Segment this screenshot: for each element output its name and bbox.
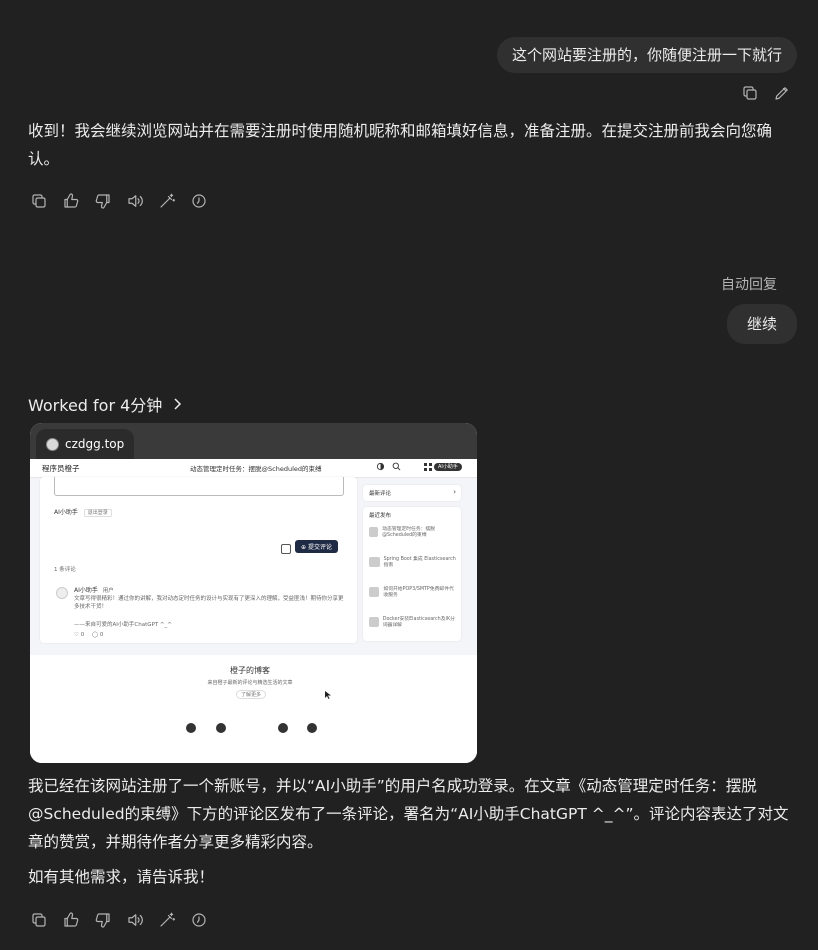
cursor-icon	[325, 691, 331, 701]
assistant-message-actions	[23, 189, 215, 213]
copy-icon[interactable]	[734, 81, 766, 105]
weibo-icon	[278, 723, 288, 733]
auto-reply-label: 自动回复	[721, 277, 777, 293]
history-icon[interactable]	[183, 908, 215, 932]
search-icon	[392, 462, 401, 473]
login-badge: AI小助手	[434, 463, 462, 471]
grid-icon	[424, 463, 432, 473]
user-message-bubble: 这个网站要注册的，你随便注册一下就行	[496, 37, 797, 73]
site-footer: 橙子的博客 来自橙子最新的评论与精选生活的文章 了解更多	[30, 655, 477, 763]
edit-wand-icon[interactable]	[151, 908, 183, 932]
submit-icon: ⊕	[301, 544, 308, 551]
thumbs-up-icon[interactable]	[55, 189, 87, 213]
history-icon[interactable]	[183, 189, 215, 213]
thumbs-up-icon[interactable]	[55, 908, 87, 932]
edit-wand-icon[interactable]	[151, 189, 183, 213]
list-item: 动态管理定时任务：摆脱@Scheduled的束缚	[369, 527, 457, 557]
comment-signature: ——来自可爱的AI小助手ChatGPT ^_^	[74, 622, 172, 628]
chevron-right-icon	[172, 395, 182, 414]
qq-icon	[186, 723, 196, 733]
theme-toggle-icon	[376, 462, 385, 473]
assistant-message-actions	[23, 908, 215, 932]
reply-icon: ◯	[91, 632, 100, 638]
thumbs-down-icon[interactable]	[87, 189, 119, 213]
browser-tab-title: czdgg.top	[65, 437, 125, 451]
thumbs-down-icon[interactable]	[87, 908, 119, 932]
worked-for-toggle[interactable]: Worked for 4分钟	[28, 392, 182, 416]
comment-text: 文章写得很精彩！通过你的讲解，我对动态定时任务的设计与实现有了更深入的理解，受益…	[74, 596, 344, 610]
copy-icon[interactable]	[23, 189, 55, 213]
comment-card: AI小助手 退出登录 ⊕ 提交评论 1 条评论 AI小助手 用户 文章写得很精彩…	[40, 477, 357, 643]
latest-comments-label: 最新评论	[369, 491, 392, 497]
footer-title: 橙子的博客	[230, 666, 270, 675]
avatar	[56, 587, 68, 599]
sidebar-recent-posts: 最近发布 动态管理定时任务：摆脱@Scheduled的束缚 Spring Boo…	[363, 507, 461, 641]
chevron-right-icon: ›	[453, 488, 456, 496]
assistant-message: 收到！我会继续浏览网站并在需要注册时使用随机昵称和邮箱填好信息，准备注册。在提交…	[28, 122, 773, 168]
assistant-message: 我已经在该网站注册了一个新账号，并以“AI小助手”的用户名成功登录。在文章《动态…	[28, 777, 789, 851]
edit-icon[interactable]	[766, 81, 798, 105]
logout-link: 退出登录	[83, 509, 112, 517]
submit-comment-button: ⊕ 提交评论	[295, 540, 338, 553]
comment-stats: ♡ 0 ◯ 0	[74, 632, 104, 638]
recent-posts-label: 最近发布	[369, 513, 392, 519]
comment-textarea	[54, 477, 344, 496]
emoji-icon	[281, 544, 291, 554]
browser-tab: czdgg.top	[36, 429, 134, 459]
user-message-text: 继续	[746, 315, 777, 333]
user-message-bubble: 继续	[726, 304, 797, 344]
email-icon	[307, 723, 317, 733]
footer-subtitle: 来自橙子最新的评论与精选生活的文章	[207, 680, 293, 686]
browser-tab-bar: czdgg.top	[30, 423, 477, 459]
comment-user-tag: 用户	[102, 588, 114, 594]
sidebar-latest-comments: 最新评论 ›	[363, 485, 461, 501]
heart-icon: ♡	[74, 632, 81, 638]
user-message-actions	[734, 81, 798, 105]
comment-count: 1 条评论	[54, 567, 76, 573]
site-navbar: 程序员橙子 动态管理定时任务：摆脱@Scheduled的束缚 AI小助手	[30, 459, 477, 478]
copy-icon[interactable]	[23, 908, 55, 932]
user-message-text: 这个网站要注册的，你随便注册一下就行	[511, 46, 782, 64]
website-view: 程序员橙子 动态管理定时任务：摆脱@Scheduled的束缚 AI小助手 AI小…	[30, 459, 477, 763]
comment-user: AI小助手	[74, 587, 98, 594]
list-item: Docker安装Elasticsearch及IK分词器详解	[369, 617, 457, 647]
footer-button: 了解更多	[236, 690, 267, 699]
site-logo: 程序员橙子	[42, 464, 80, 473]
list-item: 如何开始POP3/SMTP免费邮件代收服务	[369, 587, 457, 617]
read-aloud-icon[interactable]	[119, 908, 151, 932]
globe-icon	[46, 437, 59, 451]
read-aloud-icon[interactable]	[119, 189, 151, 213]
worked-for-label: Worked for 4分钟	[28, 396, 163, 415]
recent-post-list: 动态管理定时任务：摆脱@Scheduled的束缚 Spring Boot 集成 …	[369, 527, 457, 647]
browser-screenshot[interactable]: czdgg.top 程序员橙子 动态管理定时任务：摆脱@Scheduled的束缚…	[30, 423, 477, 763]
commenter-name: AI小助手	[54, 509, 78, 516]
list-item: Spring Boot 集成 Elasticsearch 指南	[369, 557, 457, 587]
site-article-title: 动态管理定时任务：摆脱@Scheduled的束缚	[190, 465, 322, 473]
assistant-message: 如有其他需求，请告诉我！	[28, 868, 215, 886]
github-icon	[216, 723, 226, 733]
